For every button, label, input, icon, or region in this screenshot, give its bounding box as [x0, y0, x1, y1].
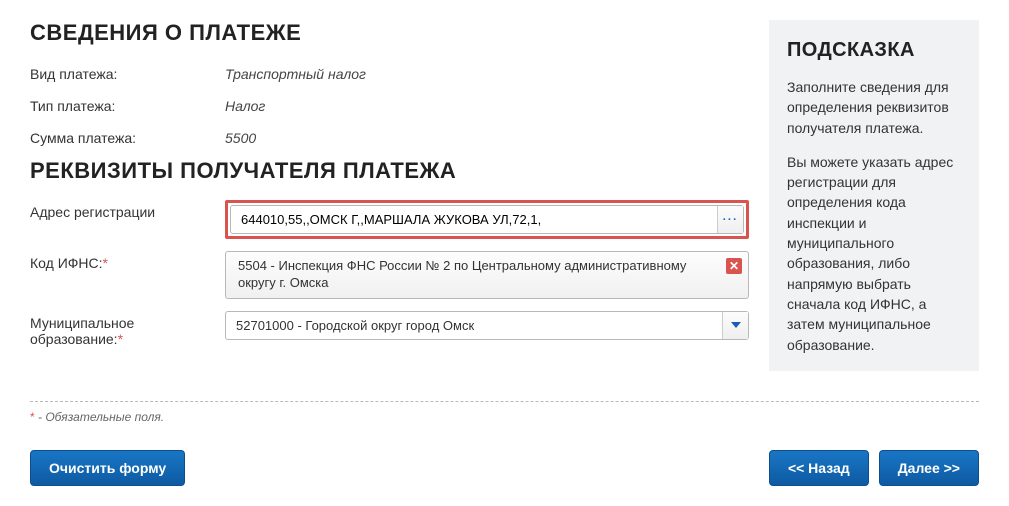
button-row: Очистить форму << Назад Далее >> — [30, 450, 979, 486]
address-highlight-frame: ··· — [225, 200, 749, 239]
payment-sum-label: Сумма платежа: — [30, 126, 225, 146]
municipality-row: Муниципальное образование:* 52701000 - Г… — [30, 311, 749, 347]
close-icon: ✕ — [729, 259, 739, 273]
hint-text-2: Вы можете указать адрес регистрации для … — [787, 152, 961, 355]
ifns-value: 5504 - Инспекция ФНС России № 2 по Центр… — [238, 258, 686, 290]
hint-panel: ПОДСКАЗКА Заполните сведения для определ… — [769, 20, 979, 371]
next-button[interactable]: Далее >> — [879, 450, 979, 486]
payment-sum-value: 5500 — [225, 126, 749, 146]
requisites-section-title: РЕКВИЗИТЫ ПОЛУЧАТЕЛЯ ПЛАТЕЖА — [30, 158, 749, 184]
required-mark: * — [118, 331, 123, 347]
payment-section-title: СВЕДЕНИЯ О ПЛАТЕЖЕ — [30, 20, 749, 46]
hint-title: ПОДСКАЗКА — [787, 36, 961, 65]
clear-form-button[interactable]: Очистить форму — [30, 450, 185, 486]
municipality-dropdown-arrow[interactable] — [722, 312, 748, 339]
payment-type-row: Тип платежа: Налог — [30, 94, 749, 114]
back-button[interactable]: << Назад — [769, 450, 869, 486]
payment-type-label: Тип платежа: — [30, 94, 225, 114]
hint-text-1: Заполните сведения для определения рекви… — [787, 77, 961, 138]
municipality-value: 52701000 - Городской округ город Омск — [226, 312, 722, 339]
ifns-label: Код ИФНС:* — [30, 251, 225, 271]
address-lookup-button[interactable]: ··· — [717, 206, 743, 233]
payment-kind-row: Вид платежа: Транспортный налог — [30, 62, 749, 82]
ifns-selected-box[interactable]: 5504 - Инспекция ФНС России № 2 по Центр… — [225, 251, 749, 299]
required-footnote: * - Обязательные поля. — [30, 410, 979, 424]
ellipsis-icon: ··· — [723, 214, 739, 226]
municipality-select[interactable]: 52701000 - Городской округ город Омск — [225, 311, 749, 340]
ifns-clear-button[interactable]: ✕ — [726, 258, 742, 274]
address-input-frame: ··· — [230, 205, 744, 234]
address-row: Адрес регистрации ··· — [30, 200, 749, 239]
chevron-down-icon — [731, 322, 741, 328]
ifns-row: Код ИФНС:* 5504 - Инспекция ФНС России №… — [30, 251, 749, 299]
address-label: Адрес регистрации — [30, 200, 225, 220]
divider — [30, 401, 979, 402]
address-input[interactable] — [231, 206, 717, 233]
municipality-label: Муниципальное образование:* — [30, 311, 225, 347]
payment-kind-value: Транспортный налог — [225, 62, 749, 82]
payment-sum-row: Сумма платежа: 5500 — [30, 126, 749, 146]
payment-type-value: Налог — [225, 94, 749, 114]
required-mark: * — [103, 255, 108, 271]
payment-kind-label: Вид платежа: — [30, 62, 225, 82]
